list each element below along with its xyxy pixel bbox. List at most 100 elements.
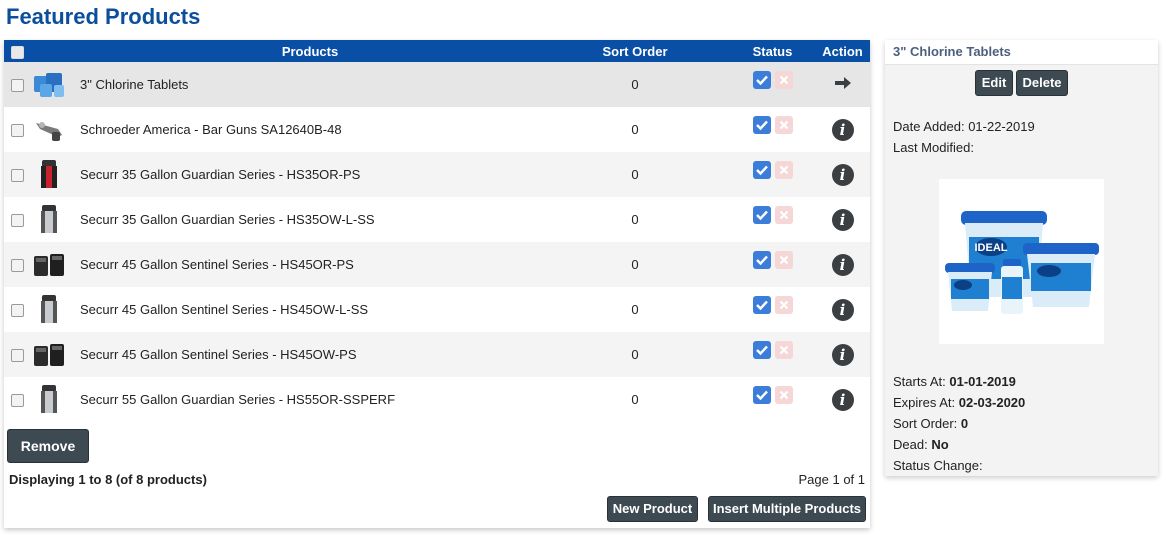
displaying-count: Displaying 1 to 8 (of 8 products) [9, 472, 207, 487]
row-checkbox[interactable] [10, 79, 24, 93]
insert-multiple-products-button[interactable]: Insert Multiple Products [708, 496, 866, 522]
sort-order: 0 [631, 392, 639, 407]
status-enabled-icon[interactable] [752, 205, 771, 224]
expires-at: Expires At: 02-03-2020 [893, 395, 1025, 410]
chlorine-tablets-image [32, 68, 66, 102]
row-checkbox[interactable] [10, 394, 24, 408]
trash-can-steel-image [32, 383, 66, 417]
info-icon[interactable]: i [831, 118, 854, 141]
product-name[interactable]: Securr 45 Gallon Sentinel Series - HS45O… [80, 242, 540, 287]
table-row[interactable]: Securr 45 Gallon Sentinel Series - HS45O… [4, 287, 870, 332]
edit-button[interactable]: Edit [975, 70, 1013, 96]
status-enabled-icon[interactable] [752, 70, 771, 89]
remove-button[interactable]: Remove [7, 429, 89, 463]
table-row[interactable]: 3" Chlorine Tablets 0 [4, 62, 870, 107]
status-enabled-icon[interactable] [752, 340, 771, 359]
page-indicator: Page 1 of 1 [798, 472, 866, 487]
header-products[interactable]: Products [80, 40, 540, 62]
expires-at-value: 02-03-2020 [958, 395, 1026, 410]
product-image: IDEAL [939, 179, 1104, 344]
starts-at-value: 01-01-2019 [949, 374, 1016, 389]
starts-at: Starts At: 01-01-2019 [893, 374, 1016, 389]
info-icon[interactable]: i [831, 208, 854, 231]
status-disabled-icon[interactable] [774, 160, 793, 179]
status-disabled-icon[interactable] [774, 205, 793, 224]
status-toggles [730, 62, 815, 107]
info-icon[interactable]: i [831, 163, 854, 186]
status-disabled-icon[interactable] [774, 70, 793, 89]
trash-can-steel-image [32, 293, 66, 327]
row-action [815, 62, 870, 107]
expires-at-label: Expires At: [893, 395, 956, 410]
info-icon[interactable]: i [831, 343, 854, 366]
status-enabled-icon[interactable] [752, 295, 771, 314]
trash-can-red-image [32, 158, 66, 192]
row-checkbox[interactable] [10, 169, 24, 183]
arrow-right-icon[interactable] [834, 76, 852, 90]
product-name[interactable]: Securr 45 Gallon Sentinel Series - HS45O… [80, 332, 540, 377]
row-checkbox[interactable] [10, 124, 24, 138]
product-detail-panel: 3" Chlorine Tablets Edit Delete Date Add… [885, 40, 1158, 476]
row-checkbox[interactable] [10, 349, 24, 363]
table-row[interactable]: Securr 55 Gallon Guardian Series - HS55O… [4, 377, 870, 422]
delete-button[interactable]: Delete [1016, 70, 1068, 96]
sort-order: 0 [631, 122, 639, 137]
product-name[interactable]: Securr 55 Gallon Guardian Series - HS55O… [80, 377, 540, 422]
product-name[interactable]: Securr 35 Gallon Guardian Series - HS35O… [80, 152, 540, 197]
status-disabled-icon[interactable] [774, 385, 793, 404]
table-row[interactable]: Securr 45 Gallon Sentinel Series - HS45O… [4, 332, 870, 377]
info-icon[interactable]: i [831, 388, 854, 411]
trash-cans-black-image [32, 338, 66, 372]
table-row[interactable]: Securr 35 Gallon Guardian Series - HS35O… [4, 152, 870, 197]
date-added-label: Date Added: [893, 119, 965, 134]
row-action: i [815, 287, 870, 332]
row-checkbox[interactable] [10, 214, 24, 228]
row-action: i [815, 377, 870, 422]
status-disabled-icon[interactable] [774, 340, 793, 359]
row-checkbox[interactable] [10, 259, 24, 273]
info-icon[interactable]: i [831, 253, 854, 276]
dead-value: No [931, 437, 949, 452]
product-name[interactable]: 3" Chlorine Tablets [80, 62, 540, 107]
row-action: i [815, 107, 870, 152]
row-action: i [815, 152, 870, 197]
last-modified: Last Modified: [893, 140, 974, 155]
sort-order-value: 0 [960, 416, 969, 431]
product-name[interactable]: Securr 35 Gallon Guardian Series - HS35O… [80, 197, 540, 242]
select-all-checkbox[interactable] [10, 45, 24, 59]
row-action: i [815, 242, 870, 287]
product-name[interactable]: Schroeder America - Bar Guns SA12640B-48 [80, 107, 540, 152]
trash-cans-black-image [32, 248, 66, 282]
new-product-button[interactable]: New Product [607, 496, 698, 522]
sort-order: 0 [631, 212, 639, 227]
header-action: Action [822, 43, 863, 59]
status-enabled-icon[interactable] [752, 250, 771, 269]
chlorine-tablets-image: IDEAL [945, 211, 1099, 314]
status-toggles [730, 242, 815, 287]
sort-order: 0 [631, 302, 639, 317]
header-status[interactable]: Status [730, 40, 815, 62]
status-change: Status Change: [893, 458, 983, 473]
date-added: Date Added: 01-22-2019 [893, 119, 1035, 134]
status-disabled-icon[interactable] [774, 115, 793, 134]
row-action: i [815, 197, 870, 242]
header-sort-order[interactable]: Sort Order [540, 40, 730, 62]
row-checkbox[interactable] [10, 304, 24, 318]
status-disabled-icon[interactable] [774, 295, 793, 314]
product-name[interactable]: Securr 45 Gallon Sentinel Series - HS45O… [80, 287, 540, 332]
status-enabled-icon[interactable] [752, 385, 771, 404]
date-added-value: 01-22-2019 [968, 119, 1035, 134]
status-enabled-icon[interactable] [752, 115, 771, 134]
info-icon[interactable]: i [831, 298, 854, 321]
status-disabled-icon[interactable] [774, 250, 793, 269]
featured-products-table: Products Sort Order Status Action 3" Chl… [4, 40, 870, 422]
status-toggles [730, 107, 815, 152]
table-row[interactable]: Securr 45 Gallon Sentinel Series - HS45O… [4, 242, 870, 287]
status-change-label: Status Change: [893, 458, 983, 473]
status-enabled-icon[interactable] [752, 160, 771, 179]
status-toggles [730, 197, 815, 242]
table-row[interactable]: Securr 35 Gallon Guardian Series - HS35O… [4, 197, 870, 242]
last-modified-label: Last Modified: [893, 140, 974, 155]
status-toggles [730, 152, 815, 197]
table-row[interactable]: Schroeder America - Bar Guns SA12640B-48… [4, 107, 870, 152]
